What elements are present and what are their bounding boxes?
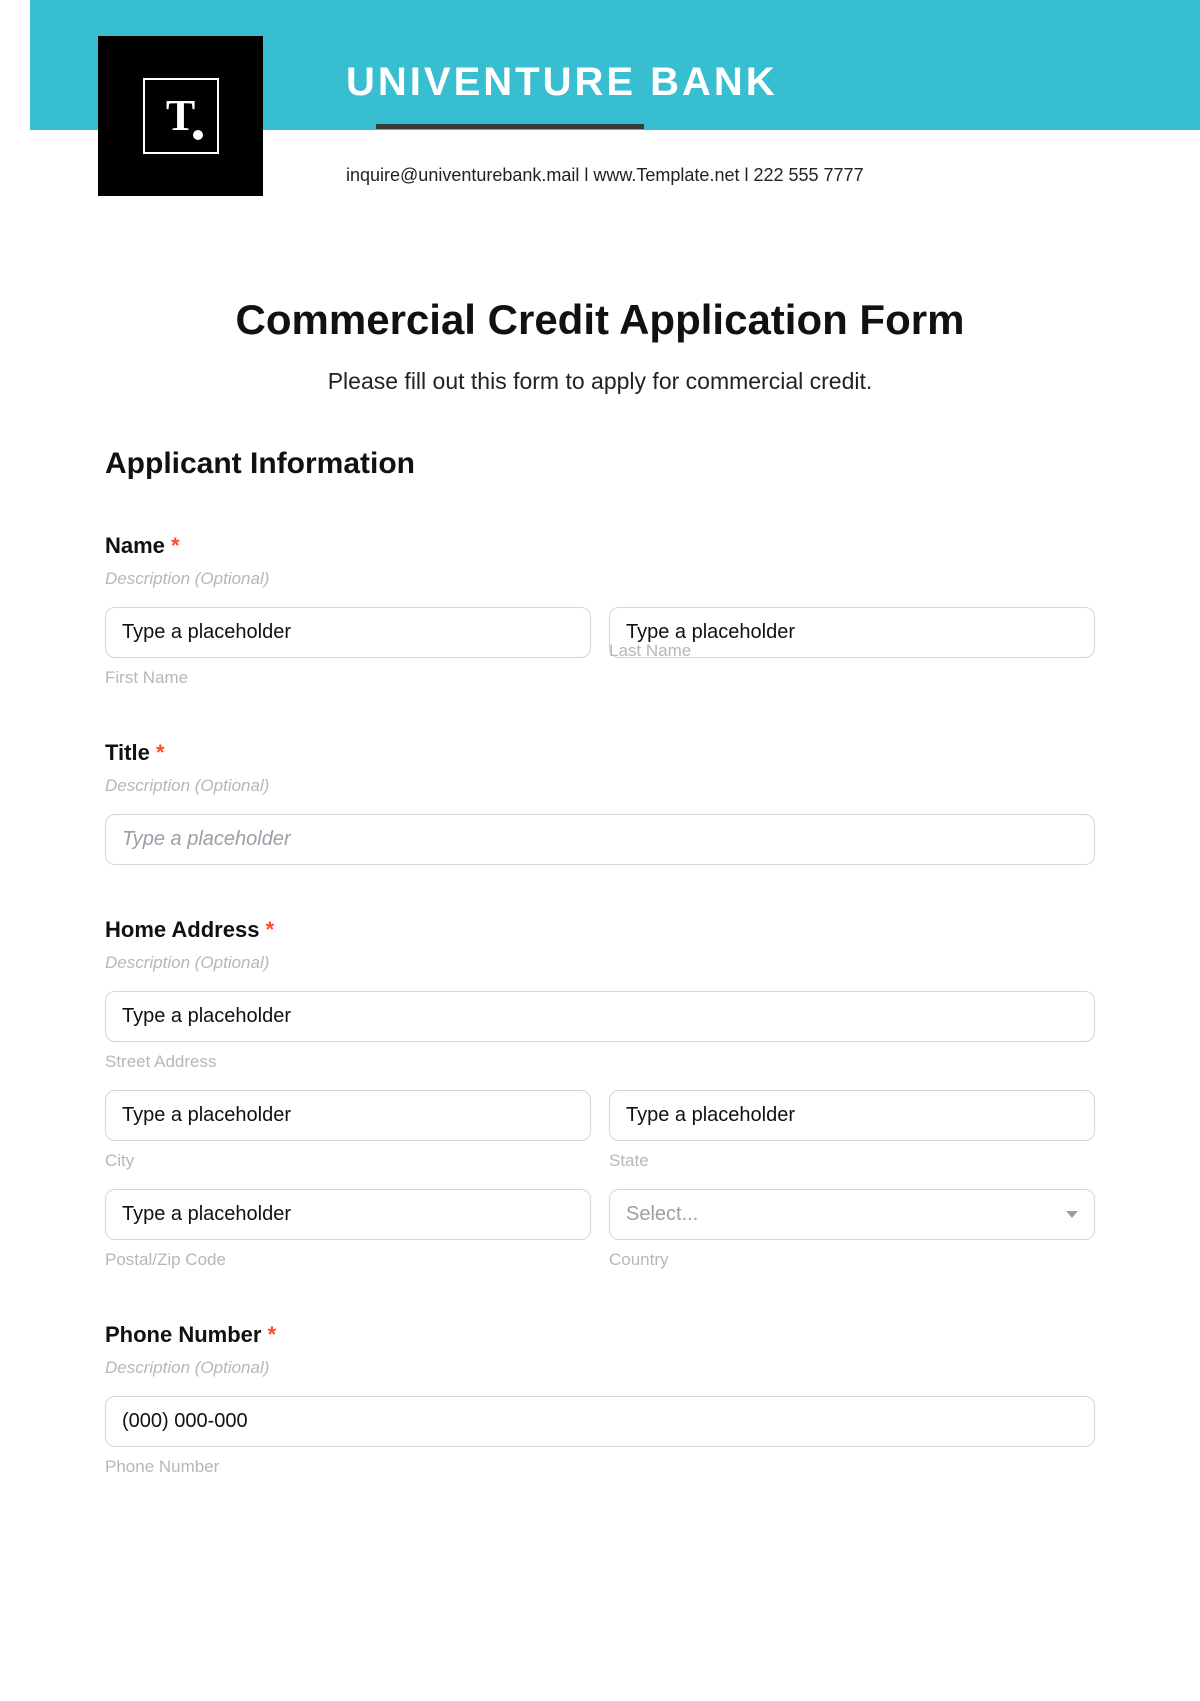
field-block-name: Name * Description (Optional) First Name… bbox=[105, 533, 1095, 688]
country-sublabel: Country bbox=[609, 1250, 1095, 1270]
section-heading-applicant: Applicant Information bbox=[105, 447, 1095, 481]
phone-label: Phone Number * bbox=[105, 1322, 1095, 1348]
phone-sublabel: Phone Number bbox=[105, 1457, 1095, 1477]
header-banner: T UNIVENTURE BANK bbox=[30, 0, 1200, 130]
required-marker: * bbox=[171, 533, 180, 558]
required-marker: * bbox=[268, 1322, 277, 1347]
contact-line: inquire@univenturebank.mail l www.Templa… bbox=[346, 165, 1200, 186]
title-description: Description (Optional) bbox=[105, 776, 1095, 796]
chevron-down-icon bbox=[1066, 1211, 1078, 1218]
street-input[interactable] bbox=[105, 991, 1095, 1042]
postal-input[interactable] bbox=[105, 1189, 591, 1240]
logo: T bbox=[98, 36, 263, 196]
address-description: Description (Optional) bbox=[105, 953, 1095, 973]
name-description: Description (Optional) bbox=[105, 569, 1095, 589]
field-block-address: Home Address * Description (Optional) St… bbox=[105, 917, 1095, 1270]
state-input[interactable] bbox=[609, 1090, 1095, 1141]
street-sublabel: Street Address bbox=[105, 1052, 1095, 1072]
required-marker: * bbox=[156, 740, 165, 765]
field-block-phone: Phone Number * Description (Optional) Ph… bbox=[105, 1322, 1095, 1477]
title-label-text: Title bbox=[105, 740, 150, 765]
required-marker: * bbox=[266, 917, 275, 942]
address-label-text: Home Address bbox=[105, 917, 259, 942]
title-input[interactable] bbox=[105, 814, 1095, 865]
title-label: Title * bbox=[105, 740, 1095, 766]
phone-description: Description (Optional) bbox=[105, 1358, 1095, 1378]
logo-dot-icon bbox=[193, 130, 203, 140]
address-label: Home Address * bbox=[105, 917, 1095, 943]
page-title: Commercial Credit Application Form bbox=[105, 296, 1095, 344]
logo-letter: T bbox=[166, 94, 195, 138]
first-name-sublabel: First Name bbox=[105, 668, 591, 688]
first-name-input[interactable] bbox=[105, 607, 591, 658]
phone-input[interactable] bbox=[105, 1396, 1095, 1447]
field-block-title: Title * Description (Optional) bbox=[105, 740, 1095, 865]
phone-label-text: Phone Number bbox=[105, 1322, 261, 1347]
name-label: Name * bbox=[105, 533, 1095, 559]
page-subtitle: Please fill out this form to apply for c… bbox=[105, 368, 1095, 395]
bank-name: UNIVENTURE BANK bbox=[346, 60, 778, 105]
country-select[interactable]: Select... bbox=[609, 1189, 1095, 1240]
city-sublabel: City bbox=[105, 1151, 591, 1171]
divider bbox=[376, 124, 644, 129]
city-input[interactable] bbox=[105, 1090, 591, 1141]
postal-sublabel: Postal/Zip Code bbox=[105, 1250, 591, 1270]
country-select-placeholder: Select... bbox=[626, 1203, 698, 1226]
name-label-text: Name bbox=[105, 533, 165, 558]
state-sublabel: State bbox=[609, 1151, 1095, 1171]
logo-frame: T bbox=[143, 78, 219, 154]
